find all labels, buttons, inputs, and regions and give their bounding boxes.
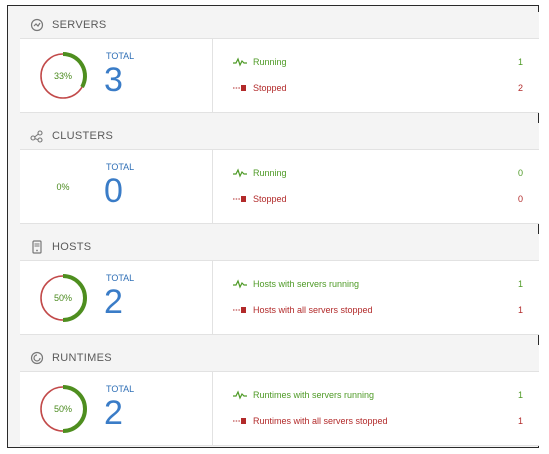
pulse-icon — [233, 57, 247, 67]
runtimes-header[interactable]: RUNTIMES — [20, 345, 539, 371]
stopped-icon — [233, 416, 247, 426]
status-panel: Runtimes with servers running 1 Runtimes… — [213, 372, 539, 445]
section-title: SERVERS — [52, 19, 107, 31]
clusters-section: CLUSTERS 0% TOTAL 0 Running 0 Stopped 0 — [20, 123, 539, 224]
hosts-header[interactable]: HOSTS — [20, 234, 539, 260]
total-value: 0 — [104, 172, 123, 210]
runtimes-card: 50% TOTAL 2 Runtimes with servers runnin… — [20, 371, 539, 446]
running-label: Running — [253, 168, 287, 178]
clusters-header[interactable]: CLUSTERS — [20, 123, 539, 149]
stopped-label: Stopped — [253, 83, 287, 93]
stopped-label: Runtimes with all servers stopped — [253, 416, 388, 426]
share-nodes-icon — [30, 129, 44, 143]
section-title: RUNTIMES — [52, 352, 112, 364]
running-row[interactable]: Hosts with servers running 1 — [233, 277, 523, 291]
status-panel: Running 0 Stopped 0 — [213, 150, 539, 223]
server-icon — [30, 18, 44, 32]
stopped-count: 1 — [517, 416, 523, 426]
stopped-count: 2 — [517, 83, 523, 93]
pulse-icon — [233, 390, 247, 400]
running-label: Runtimes with servers running — [253, 390, 375, 400]
pulse-icon — [233, 279, 247, 289]
total-value: 2 — [104, 394, 123, 432]
total-value: 3 — [104, 61, 123, 99]
section-title: CLUSTERS — [52, 130, 114, 142]
stopped-row[interactable]: Stopped 0 — [233, 192, 523, 206]
percent-label: 33% — [53, 71, 72, 81]
summary-panel: 50% TOTAL 2 — [20, 261, 213, 334]
percent-label: 50% — [53, 293, 72, 303]
hosts-card: 50% TOTAL 2 Hosts with servers running 1… — [20, 260, 539, 335]
stopped-row[interactable]: Hosts with all servers stopped 1 — [233, 303, 523, 317]
status-panel: Running 1 Stopped 2 — [213, 39, 539, 112]
running-row[interactable]: Runtimes with servers running 1 — [233, 388, 523, 402]
total-label: TOTAL — [106, 384, 135, 394]
servers-section: SERVERS 33% TOTAL 3 Running 1 Stopped 2 — [20, 12, 539, 113]
stopped-label: Stopped — [253, 194, 287, 204]
percent-label: 0% — [56, 182, 70, 192]
running-label: Running — [253, 57, 287, 67]
stopped-row[interactable]: Runtimes with all servers stopped 1 — [233, 414, 523, 428]
total-label: TOTAL — [106, 273, 135, 283]
running-count: 0 — [517, 168, 523, 178]
dashboard-frame: SERVERS 33% TOTAL 3 Running 1 Stopped 2 — [7, 5, 539, 448]
running-row[interactable]: Running 0 — [233, 166, 523, 180]
servers-card: 33% TOTAL 3 Running 1 Stopped 2 — [20, 38, 539, 113]
clusters-card: 0% TOTAL 0 Running 0 Stopped 0 — [20, 149, 539, 224]
section-title: HOSTS — [52, 241, 92, 253]
summary-panel: 50% TOTAL 2 — [20, 372, 213, 445]
percent-label: 50% — [53, 404, 72, 414]
total-value: 2 — [104, 283, 123, 321]
running-label: Hosts with servers running — [253, 279, 360, 289]
summary-panel: 0% TOTAL 0 — [20, 150, 213, 223]
summary-panel: 33% TOTAL 3 — [20, 39, 213, 112]
stopped-count: 0 — [517, 194, 523, 204]
runtimes-section: RUNTIMES 50% TOTAL 2 Runtimes with serve… — [20, 345, 539, 446]
stopped-row[interactable]: Stopped 2 — [233, 81, 523, 95]
running-count: 1 — [517, 390, 523, 400]
runtime-icon — [30, 351, 44, 365]
total-label: TOTAL — [106, 162, 135, 172]
stopped-count: 1 — [517, 305, 523, 315]
stopped-label: Hosts with all servers stopped — [253, 305, 373, 315]
total-label: TOTAL — [106, 51, 135, 61]
pulse-icon — [233, 168, 247, 178]
servers-header[interactable]: SERVERS — [20, 12, 539, 38]
host-icon — [30, 240, 44, 254]
hosts-section: HOSTS 50% TOTAL 2 Hosts with servers run… — [20, 234, 539, 335]
running-count: 1 — [517, 279, 523, 289]
stopped-icon — [233, 194, 247, 204]
stopped-icon — [233, 83, 247, 93]
running-count: 1 — [517, 57, 523, 67]
stopped-icon — [233, 305, 247, 315]
running-row[interactable]: Running 1 — [233, 55, 523, 69]
status-panel: Hosts with servers running 1 Hosts with … — [213, 261, 539, 334]
